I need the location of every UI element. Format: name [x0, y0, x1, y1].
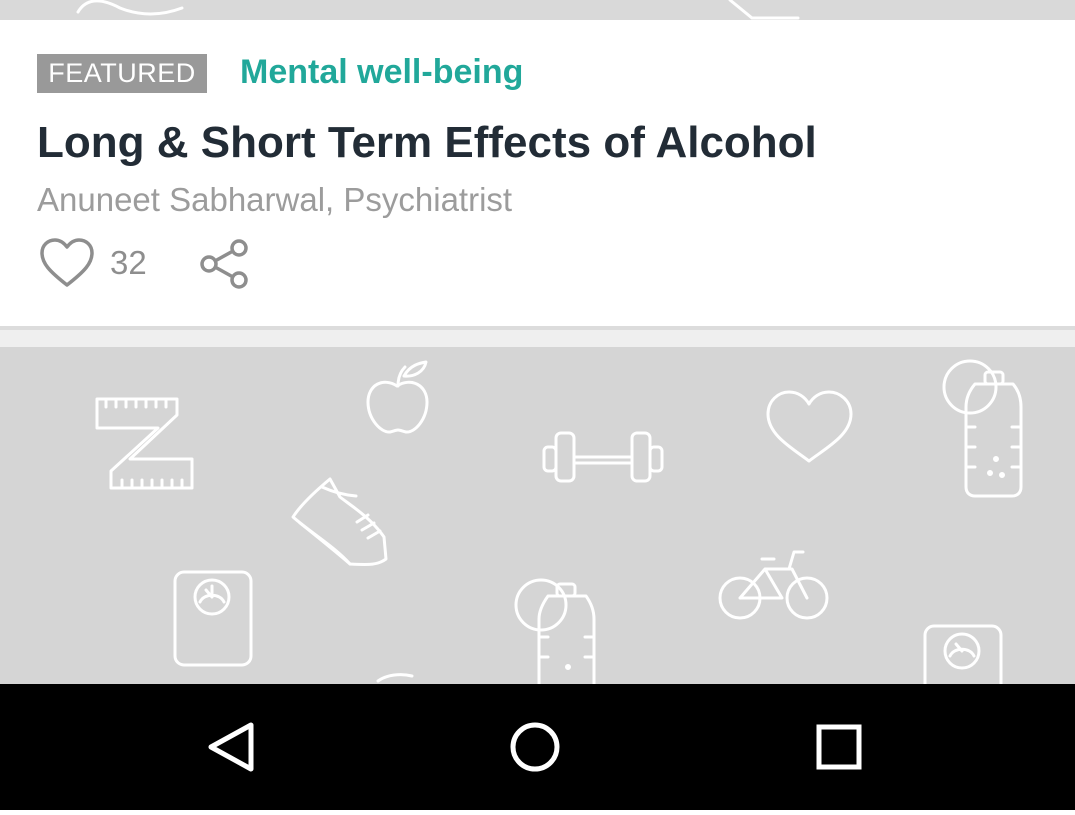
apple-fragment-icon [376, 673, 414, 683]
weighing-scale-icon [923, 624, 1003, 684]
recents-square-icon [816, 724, 862, 770]
share-button[interactable] [196, 236, 254, 292]
share-icon [200, 239, 248, 289]
article-title[interactable]: Long & Short Term Effects of Alcohol [37, 117, 817, 169]
nav-home-button[interactable] [475, 684, 595, 810]
heart-outline-icon [40, 238, 94, 287]
apple-icon [366, 360, 429, 434]
featured-badge: FEATURED [37, 54, 207, 93]
system-navigation-bar [0, 684, 1075, 810]
water-bottle-icon [942, 359, 1023, 498]
article-banner-image[interactable] [0, 347, 1075, 684]
back-triangle-icon [208, 722, 254, 772]
bicycle-fragment-icon [76, 0, 184, 16]
sneaker-icon [291, 477, 388, 566]
like-count: 32 [110, 244, 147, 281]
banner-pattern-fragment [76, 0, 800, 20]
fitness-pattern [95, 359, 1023, 684]
bicycle-icon [718, 550, 829, 620]
home-circle-icon [510, 722, 560, 772]
previous-banner-strip [0, 0, 1075, 20]
sneaker-fragment-icon [728, 0, 800, 20]
like-button[interactable] [37, 236, 97, 291]
dumbbell-icon [542, 431, 664, 483]
heart-icon [766, 390, 853, 463]
card-gap [0, 330, 1075, 347]
category-link[interactable]: Mental well-being [240, 52, 523, 92]
tape-measure-icon [95, 397, 194, 490]
article-author: Anuneet Sabharwal, Psychiatrist [37, 181, 513, 218]
water-bottle-icon [514, 578, 596, 684]
weighing-scale-icon [173, 570, 253, 667]
nav-recents-button[interactable] [779, 684, 899, 810]
nav-back-button[interactable] [174, 684, 294, 810]
